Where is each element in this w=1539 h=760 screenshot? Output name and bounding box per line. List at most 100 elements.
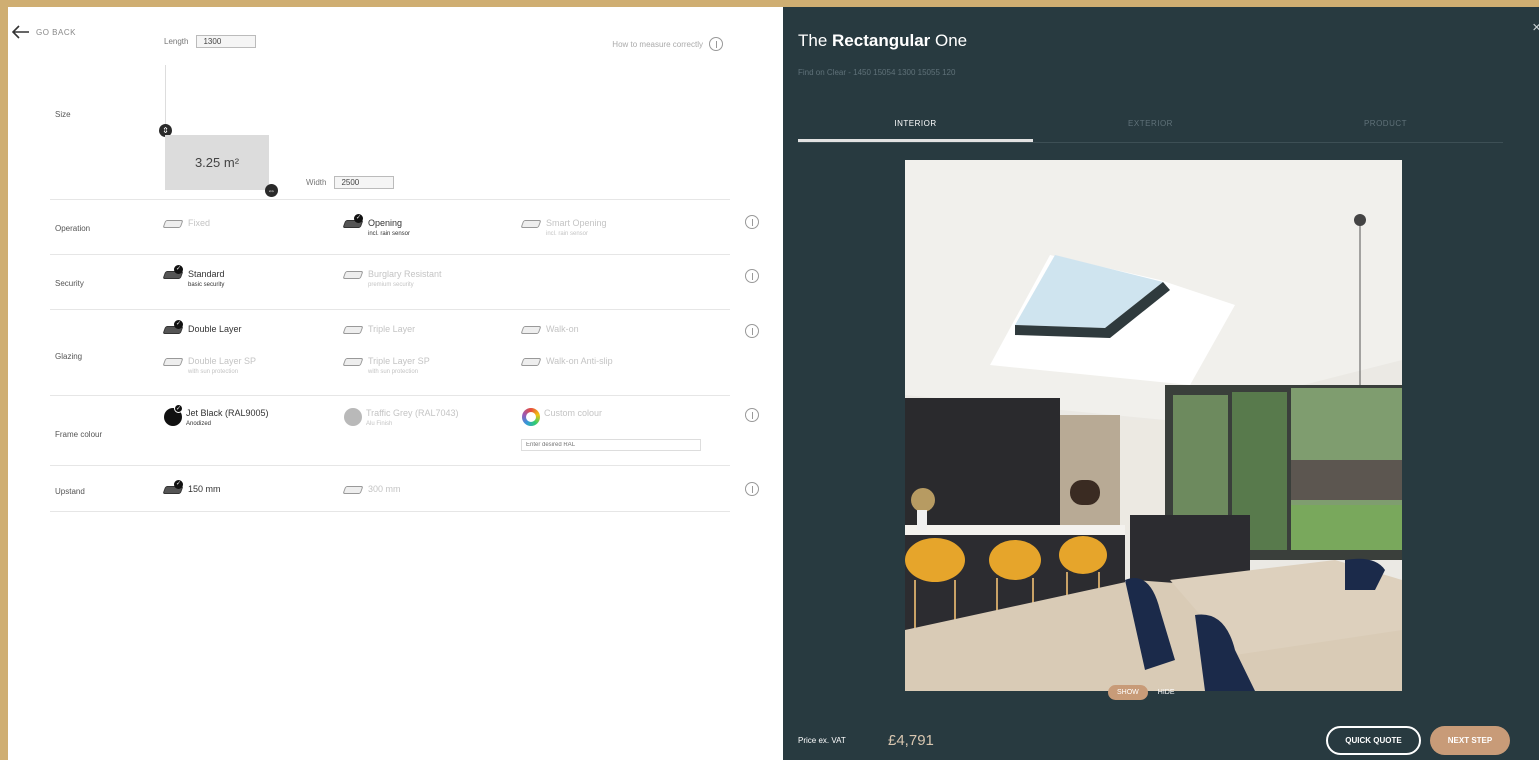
upstand-150-icon: ✓: [162, 480, 184, 496]
option-sub: incl. rain sensor: [368, 231, 411, 237]
option-name: 150 mm: [188, 484, 221, 494]
area-value: 3.25 m²: [194, 155, 240, 170]
security-row: Security ✓ Standard basic security Burgla…: [50, 254, 759, 309]
glazing-triple-icon: [342, 324, 364, 336]
upstand-row: Upstand ✓ 150 mm 300 mm: [50, 465, 759, 512]
upstand-option-300[interactable]: 300 mm: [342, 484, 401, 496]
option-sub: with sun protection: [188, 369, 239, 375]
next-step-button[interactable]: NEXT STEP: [1430, 726, 1510, 755]
security-label: Security: [55, 279, 84, 288]
configurator-panel: GO BACK Length How to measure correctly …: [8, 7, 783, 760]
security-info-icon[interactable]: [745, 269, 759, 283]
frame-colour-row: Frame colour ✓ Jet Black (RAL9005) Anodiz…: [50, 395, 759, 465]
window-fixed-icon: [162, 218, 184, 230]
glazing-option-triple-layer-sp[interactable]: Triple Layer SP with sun protection: [342, 356, 430, 378]
traffic-grey-swatch: [344, 408, 362, 426]
glazing-double-icon: ✓: [162, 320, 184, 336]
tab-product[interactable]: PRODUCT: [1268, 113, 1503, 142]
option-name: Jet Black (RAL9005): [186, 408, 269, 418]
quick-quote-button[interactable]: QUICK QUOTE: [1326, 726, 1421, 755]
price-label: Price ex. VAT: [798, 736, 846, 745]
option-name: Double Layer SP: [188, 356, 257, 366]
width-drag-handle[interactable]: ⇔: [265, 184, 278, 197]
option-sub: basic security: [188, 282, 225, 288]
option-sub: with sun protection: [368, 369, 419, 375]
measure-link-text: How to measure correctly: [612, 39, 703, 49]
length-label: Length: [164, 37, 189, 46]
glazing-option-double-layer-sp[interactable]: Double Layer SP with sun protection: [162, 356, 257, 378]
length-control: Length: [164, 35, 257, 48]
back-label: GO BACK: [36, 27, 76, 37]
glazing-option-walk-on-anti-slip[interactable]: Walk-on Anti-slip: [520, 356, 613, 368]
arrow-left-icon: [12, 25, 29, 39]
lock-premium-icon: [342, 269, 364, 281]
close-icon[interactable]: ×: [1532, 19, 1539, 36]
show-hide-toggle: SHOW HIDE: [1108, 685, 1181, 700]
option-name: 300 mm: [368, 484, 401, 494]
window-smart-icon: [520, 218, 542, 230]
option-name: Triple Layer: [368, 324, 416, 334]
info-icon: [709, 37, 723, 51]
operation-row: Operation Fixed ✓ Opening incl. rain sens…: [50, 199, 759, 254]
size-preview: 3.25 m²: [165, 135, 269, 190]
upstand-info-icon[interactable]: [745, 482, 759, 496]
upstand-label: Upstand: [55, 487, 85, 496]
tab-exterior[interactable]: EXTERIOR: [1033, 113, 1268, 142]
check-icon: ✓: [174, 265, 183, 274]
width-input[interactable]: [334, 176, 395, 189]
window-opening-icon: ✓: [342, 214, 364, 230]
option-sub: Anodized: [186, 421, 212, 427]
option-name: Custom colour: [544, 408, 603, 418]
security-option-burglary-resistant[interactable]: Burglary Resistant premium security: [342, 269, 442, 291]
upstand-option-150[interactable]: ✓ 150 mm: [162, 480, 221, 496]
color-wheel-icon: [522, 408, 540, 426]
product-title: The Rectangular One: [798, 31, 967, 51]
option-sub: incl. rain sensor: [546, 231, 589, 237]
title-bold: Rectangular: [832, 31, 931, 50]
operation-option-fixed[interactable]: Fixed: [162, 218, 211, 230]
glazing-label: Glazing: [55, 352, 83, 361]
frame-info-icon[interactable]: [745, 408, 759, 422]
back-button[interactable]: GO BACK: [12, 25, 76, 39]
size-label: Size: [55, 110, 71, 119]
option-name: Opening: [368, 218, 403, 228]
option-name: Triple Layer SP: [368, 356, 430, 366]
option-name: Double Layer: [188, 324, 242, 334]
glazing-triple-sp-icon: [342, 356, 364, 368]
frame-option-custom[interactable]: Custom colour: [522, 408, 602, 426]
option-name: Fixed: [188, 218, 211, 228]
measure-help-link[interactable]: How to measure correctly: [612, 37, 723, 51]
kitchen-render: [905, 160, 1402, 691]
check-icon: ✓: [174, 480, 183, 489]
frame-option-jet-black[interactable]: ✓ Jet Black (RAL9005) Anodized: [164, 404, 269, 430]
option-sub: Alu Finish: [366, 421, 393, 427]
price-value: £4,791: [888, 732, 934, 749]
width-control: Width: [306, 176, 395, 189]
operation-option-smart-opening[interactable]: Smart Opening incl. rain sensor: [520, 218, 607, 240]
custom-ral-input[interactable]: [521, 439, 701, 451]
preview-panel: The Rectangular One Find on Clear - 1450…: [783, 7, 1539, 760]
glazing-option-triple-layer[interactable]: Triple Layer: [342, 324, 416, 336]
glazing-option-double-layer[interactable]: ✓ Double Layer: [162, 320, 242, 336]
operation-info-icon[interactable]: [745, 215, 759, 229]
check-icon: ✓: [354, 214, 363, 223]
title-pre: The: [798, 31, 833, 50]
product-subtitle: Find on Clear - 1450 15054 1300 15055 12…: [798, 68, 956, 77]
security-option-standard[interactable]: ✓ Standard basic security: [162, 265, 225, 291]
interior-preview-image: [905, 160, 1402, 691]
glazing-walkon-icon: [520, 324, 542, 336]
hide-button[interactable]: HIDE: [1152, 685, 1181, 700]
view-tabs: INTERIOR EXTERIOR PRODUCT: [798, 113, 1503, 143]
show-button[interactable]: SHOW: [1108, 685, 1148, 700]
option-name: Burglary Resistant: [368, 269, 442, 279]
upstand-300-icon: [342, 484, 364, 496]
operation-label: Operation: [55, 224, 91, 233]
tab-interior[interactable]: INTERIOR: [798, 113, 1033, 142]
operation-option-opening[interactable]: ✓ Opening incl. rain sensor: [342, 214, 411, 240]
glazing-option-walk-on[interactable]: Walk-on: [520, 324, 579, 336]
option-name: Walk-on Anti-slip: [546, 356, 613, 366]
frame-option-traffic-grey[interactable]: Traffic Grey (RAL7043) Alu Finish: [344, 408, 459, 430]
glazing-info-icon[interactable]: [745, 324, 759, 338]
frame-colour-label: Frame colour: [55, 430, 103, 439]
length-input[interactable]: [196, 35, 257, 48]
